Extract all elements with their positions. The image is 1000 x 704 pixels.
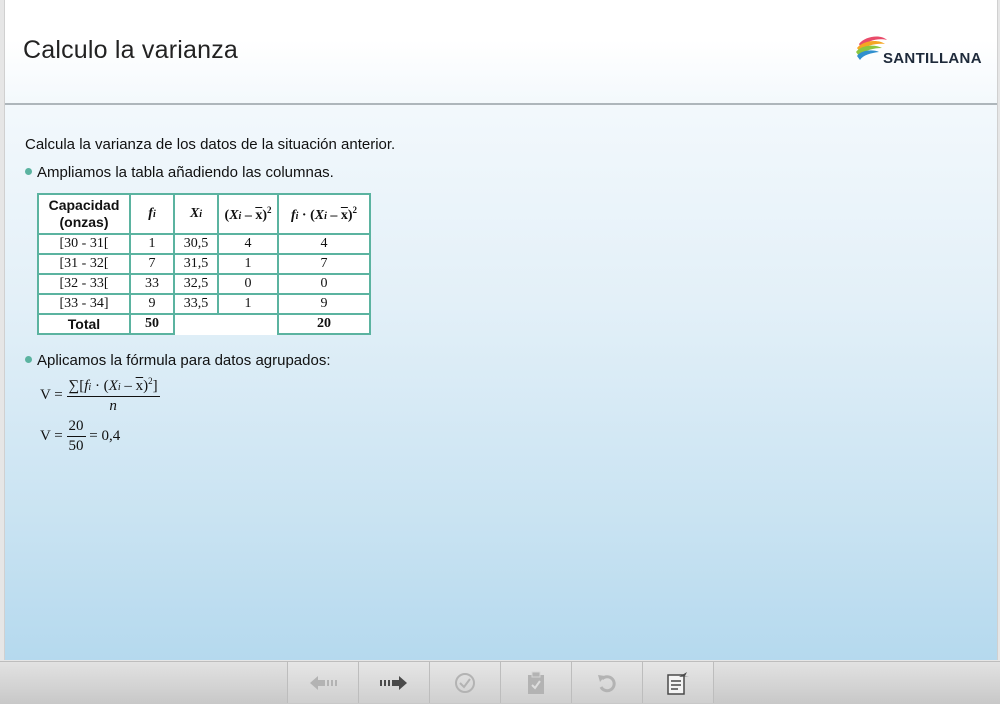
result-fraction: 20 50 <box>66 418 86 455</box>
cell-fi: 33 <box>129 273 175 295</box>
cell-product: 9 <box>277 293 371 315</box>
forward-button[interactable] <box>358 662 429 703</box>
slide-area: Calculo la varianza SANTILLANA Calcula l… <box>4 0 998 660</box>
cell-fi: 7 <box>129 253 175 275</box>
forward-arrow-icon <box>380 675 407 690</box>
bullet-text: Aplicamos la fórmula para datos agrupado… <box>37 352 331 369</box>
undo-button[interactable] <box>571 662 642 703</box>
formula-numerator: ∑[fi · (Xi – x)2] <box>66 376 160 397</box>
back-arrow-icon <box>310 675 337 690</box>
bullet-extend-table: Ampliamos la tabla añadiendo las columna… <box>25 164 334 181</box>
cell-interval: [32 - 33[ <box>37 273 131 295</box>
notes-button[interactable] <box>642 662 714 703</box>
header-deviation-squared: (Xi – x)2 <box>217 193 279 235</box>
variance-formula: V = ∑[fi · (Xi – x)2] n <box>40 376 160 415</box>
bullet-dot <box>25 356 32 363</box>
cell-product: 4 <box>277 233 371 255</box>
cell-interval: [31 - 32[ <box>37 253 131 275</box>
cell-product: 7 <box>277 253 371 275</box>
intro-text: Calcula la varianza de los datos de la s… <box>25 136 396 153</box>
page-title: Calculo la varianza <box>23 36 239 64</box>
cell-total-fi: 50 <box>129 313 175 335</box>
result-value: = 0,4 <box>89 427 121 444</box>
cell-xi: 33,5 <box>173 293 219 315</box>
table-row: [30 - 31[ 1 30,5 4 4 <box>37 233 371 255</box>
check-icon <box>455 672 475 693</box>
cell-deviation: 4 <box>217 233 279 255</box>
table-row: [32 - 33[ 33 32,5 0 0 <box>37 273 371 295</box>
table-total-row: Total 50 20 <box>37 313 371 335</box>
cell-deviation: 1 <box>217 253 279 275</box>
clipboard-icon <box>528 671 544 694</box>
formula-v-label: V = <box>40 386 63 403</box>
cell-interval: [33 - 34] <box>37 293 131 315</box>
header-product: fi · (Xi – x)2 <box>277 193 371 235</box>
undo-icon <box>598 674 616 692</box>
result-numerator: 20 <box>66 418 86 437</box>
cell-total-product: 20 <box>277 313 371 335</box>
header-divider <box>5 103 997 105</box>
cell-xi: 30,5 <box>173 233 219 255</box>
formula-fraction: ∑[fi · (Xi – x)2] n <box>66 376 160 415</box>
table-row: [33 - 34] 9 33,5 1 9 <box>37 293 371 315</box>
cell-product: 0 <box>277 273 371 295</box>
cell-interval: [30 - 31[ <box>37 233 131 255</box>
cell-deviation: 1 <box>217 293 279 315</box>
notes-icon <box>667 671 689 695</box>
bullet-apply-formula: Aplicamos la fórmula para datos agrupado… <box>25 352 331 369</box>
bullet-text: Ampliamos la tabla añadiendo las columna… <box>37 164 334 181</box>
cell-empty <box>218 314 278 334</box>
result-denominator: 50 <box>68 438 84 454</box>
cell-total-label: Total <box>37 313 131 335</box>
formula-denominator: n <box>109 398 117 414</box>
logo-text: SANTILLANA <box>883 50 982 67</box>
table-row: [31 - 32[ 7 31,5 1 7 <box>37 253 371 275</box>
variance-result: V = 20 50 = 0,4 <box>40 418 120 455</box>
bullet-dot <box>25 168 32 175</box>
table-header-row: Capacidad (onzas) fi Xi (Xi – x)2 fi · (… <box>37 193 371 235</box>
header-xi: Xi <box>173 193 219 235</box>
back-button[interactable] <box>287 662 358 703</box>
cell-empty <box>174 314 218 334</box>
cell-fi: 9 <box>129 293 175 315</box>
header-capacidad: Capacidad (onzas) <box>37 193 131 235</box>
cell-deviation: 0 <box>217 273 279 295</box>
cell-fi: 1 <box>129 233 175 255</box>
frequency-table: Capacidad (onzas) fi Xi (Xi – x)2 fi · (… <box>37 193 371 335</box>
header-fi: fi <box>129 193 175 235</box>
check-button[interactable] <box>429 662 500 703</box>
cell-xi: 32,5 <box>173 273 219 295</box>
result-v-label: V = <box>40 427 63 444</box>
solution-button[interactable] <box>500 662 571 703</box>
cell-xi: 31,5 <box>173 253 219 275</box>
